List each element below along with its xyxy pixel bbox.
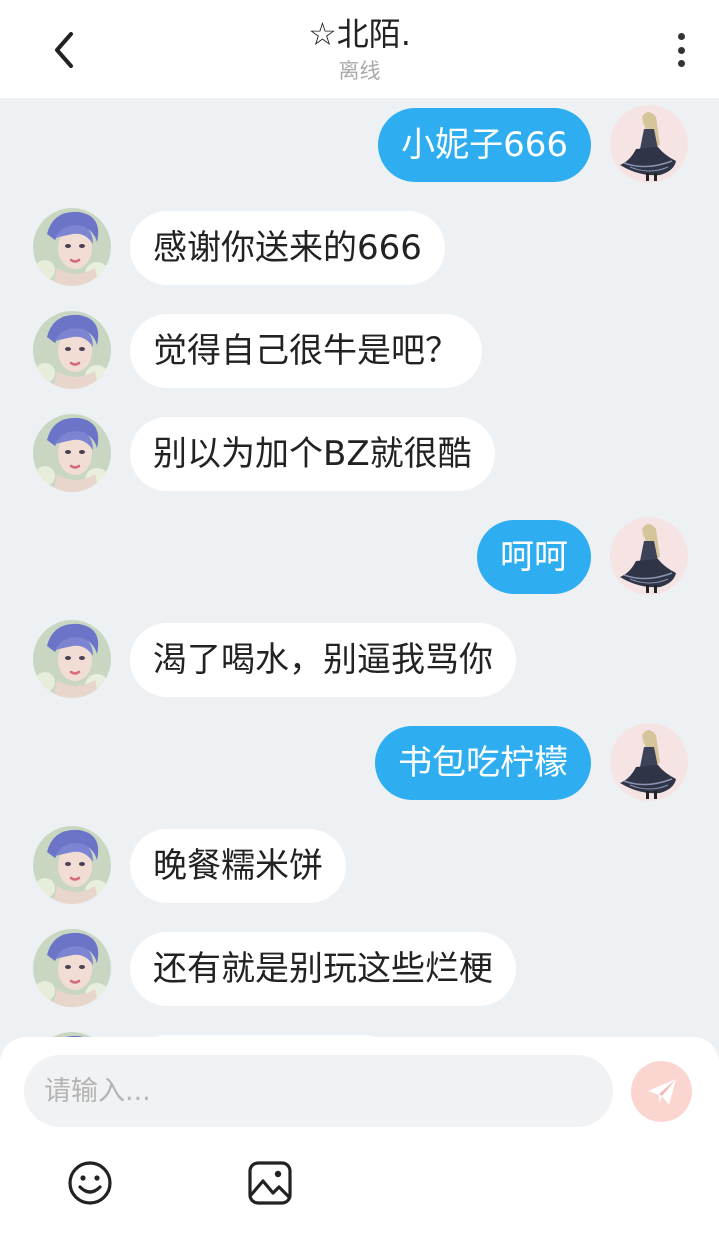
avatar-image [33,208,111,286]
message-input[interactable] [24,1055,613,1127]
contact-avatar[interactable] [33,620,111,698]
contact-avatar[interactable] [33,208,111,286]
my-avatar[interactable] [610,517,688,595]
image-button[interactable] [246,1159,294,1207]
title-area: ☆北陌. 离线 [0,14,719,86]
contact-name: ☆北陌. [308,15,411,53]
message-outgoing: 书包吃柠檬 [0,720,719,802]
message-outgoing: 呵呵 [0,514,719,596]
chat-header: ☆北陌. 离线 [0,0,719,98]
message-bubble[interactable]: 书包吃柠檬 [375,726,591,800]
contact-avatar[interactable] [33,311,111,389]
send-icon [647,1078,676,1105]
message-incoming: 觉得自己很牛是吧？ [0,308,719,390]
avatar-image [610,105,688,183]
avatar-image [33,620,111,698]
message-bubble[interactable]: 小妮子666 [378,108,591,182]
avatar-image [33,929,111,1007]
send-button[interactable] [631,1061,692,1122]
my-avatar[interactable] [610,723,688,801]
message-bubble[interactable]: 渴了喝水，别逼我骂你 [130,623,516,697]
message-incoming: 晚餐糯米饼 [0,823,719,905]
message-bubble[interactable]: 还有就是别玩这些烂梗 [130,932,516,1006]
image-icon [248,1161,292,1205]
my-avatar[interactable] [610,105,688,183]
avatar-image [610,723,688,801]
avatar-image [33,311,111,389]
message-incoming: 别以为加个BZ就很酷 [0,411,719,493]
contact-avatar[interactable] [33,826,111,904]
contact-avatar[interactable] [33,929,111,1007]
avatar-image [33,826,111,904]
more-vertical-icon [677,33,685,40]
more-options-button[interactable] [669,30,693,70]
message-incoming: 感谢你送来的666 [0,205,719,287]
chat-message-list[interactable]: 小妮子666 感谢你送来的666 觉得自己很牛是吧？ 别以为加个BZ就很酷 呵呵… [0,98,719,1043]
message-incoming: 渴了喝水，别逼我骂你 [0,617,719,699]
avatar-image [33,414,111,492]
message-bubble[interactable]: 感谢你送来的666 [130,211,445,285]
message-bubble[interactable]: 晚餐糯米饼 [130,829,346,903]
message-composer [0,1037,719,1245]
emoji-button[interactable] [66,1159,114,1207]
message-bubble[interactable]: 别以为加个BZ就很酷 [130,417,495,491]
message-bubble[interactable]: 觉得自己很牛是吧？ [130,314,482,388]
message-outgoing: 小妮子666 [0,102,719,184]
message-incoming: 还有就是别玩这些烂梗 [0,926,719,1008]
contact-avatar[interactable] [33,414,111,492]
emoji-icon [68,1161,112,1205]
contact-status: 离线 [338,59,381,83]
avatar-image [610,517,688,595]
message-bubble[interactable]: 呵呵 [477,520,591,594]
